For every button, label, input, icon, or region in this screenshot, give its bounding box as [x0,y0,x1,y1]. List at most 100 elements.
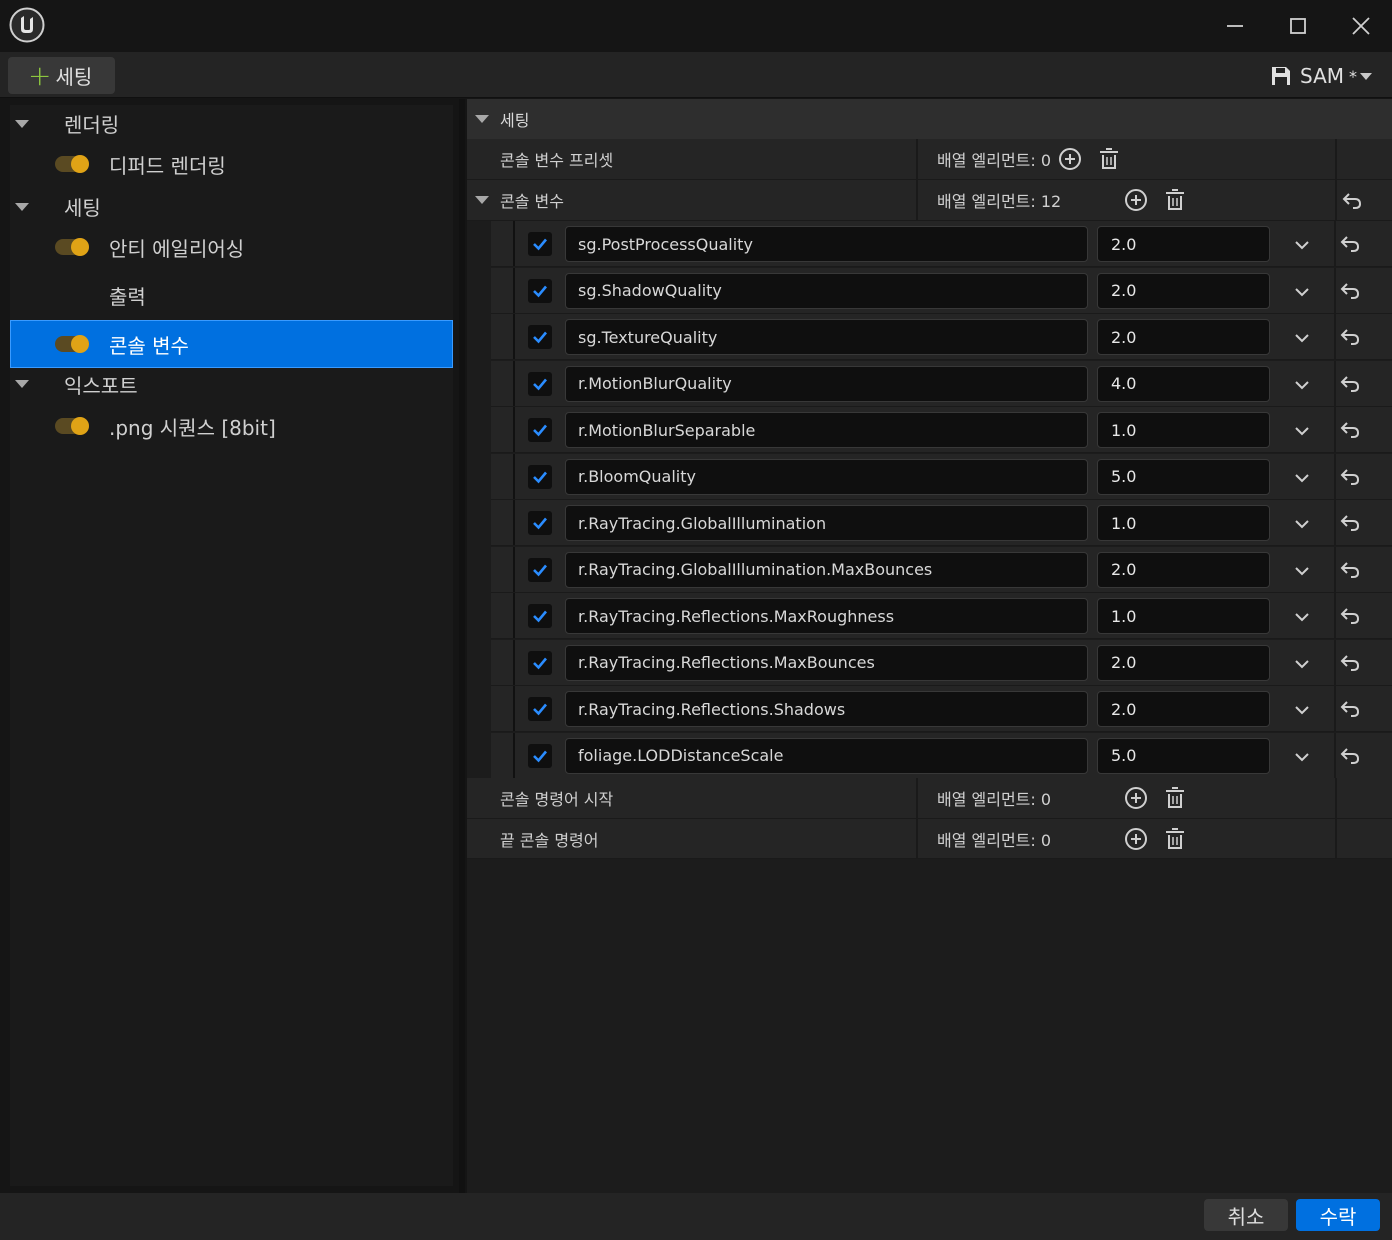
reset-to-default-button[interactable] [1338,325,1364,349]
tree-item-anti-aliasing[interactable]: 안티 에일리어싱 [10,228,453,266]
collapse-triangle-icon[interactable] [15,120,29,128]
cvar-value-input[interactable]: 5.0 [1097,458,1270,495]
enable-toggle[interactable] [55,155,89,173]
reset-to-default-button[interactable] [1338,744,1364,768]
column-divider[interactable] [916,819,918,858]
enable-checkbox[interactable] [528,511,552,535]
tree-item-console-variables[interactable]: 콘솔 변수 [10,320,453,368]
cvar-value-input[interactable]: 2.0 [1097,226,1270,262]
tree-item-deferred-rendering[interactable]: 디퍼드 렌더링 [10,145,453,183]
cvar-value-input[interactable]: 2.0 [1097,319,1270,355]
cancel-button[interactable]: 취소 [1204,1199,1288,1231]
tree-item-output[interactable]: 출력 [10,276,453,314]
cvar-name-input[interactable]: r.RayTracing.Reflections.Shadows [565,691,1088,727]
add-element-button[interactable] [1123,187,1149,213]
row-options-button[interactable] [1291,420,1313,442]
reset-to-default-button[interactable] [1338,279,1364,303]
cvar-name-input[interactable]: r.RayTracing.GlobalIllumination [565,505,1088,541]
reset-to-default-button[interactable] [1338,651,1364,675]
cvar-value-input[interactable]: 2.0 [1097,691,1270,727]
cvar-value-input[interactable]: 2.0 [1097,272,1270,309]
clear-array-button[interactable] [1096,146,1122,172]
enable-checkbox[interactable] [528,650,552,675]
cvar-value-input[interactable]: 4.0 [1097,365,1270,402]
row-options-button[interactable] [1291,513,1313,535]
row-options-button[interactable] [1291,281,1313,303]
row-options-button[interactable] [1291,699,1313,721]
cvar-name-input[interactable]: sg.TextureQuality [565,319,1088,355]
tree-category-export[interactable]: 익스포트 [10,367,453,401]
cvar-name-input[interactable]: r.RayTracing.GlobalIllumination.MaxBounc… [565,551,1088,588]
reset-to-default-button[interactable] [1338,418,1364,442]
enable-checkbox[interactable] [528,604,552,628]
enable-toggle[interactable] [55,238,89,256]
enable-checkbox[interactable] [528,697,552,721]
clear-array-button[interactable] [1162,785,1188,811]
preset-dropdown[interactable]: SAM * [1270,62,1373,90]
enable-checkbox[interactable] [528,557,552,582]
enable-checkbox[interactable] [528,464,552,489]
cvar-name-input[interactable]: r.BloomQuality [565,458,1088,495]
add-element-button[interactable] [1123,826,1149,852]
column-divider[interactable] [916,139,918,179]
collapse-triangle-icon[interactable] [15,203,29,211]
column-divider[interactable] [916,778,918,818]
section-header-settings[interactable]: 세팅 [467,99,1392,139]
tree-category-rendering[interactable]: 렌더링 [10,105,453,141]
cvar-name-input[interactable]: sg.PostProcessQuality [565,226,1088,262]
cvar-value-input[interactable]: 2.0 [1097,644,1270,681]
collapse-triangle-icon[interactable] [475,115,489,123]
enable-checkbox[interactable] [528,232,552,256]
reset-to-default-button[interactable] [1338,372,1364,396]
enable-checkbox[interactable] [528,743,552,768]
add-element-button[interactable] [1057,146,1083,172]
reset-to-default-button[interactable] [1338,697,1364,721]
row-options-button[interactable] [1291,327,1313,349]
collapse-triangle-icon[interactable] [475,196,489,204]
maximize-button[interactable] [1278,8,1318,44]
reset-to-default-button[interactable] [1338,465,1364,489]
close-window-button[interactable] [1341,8,1381,44]
tree-item-png-sequence[interactable]: .png 시퀀스 [8bit] [10,407,453,445]
enable-toggle[interactable] [55,417,89,435]
reset-to-default-button[interactable] [1338,604,1364,628]
enable-toggle[interactable] [55,335,89,353]
minimize-button[interactable] [1215,8,1255,44]
cvar-value-input[interactable]: 1.0 [1097,598,1270,634]
reset-to-default-button[interactable] [1338,558,1364,582]
reset-to-default-button[interactable] [1339,188,1365,214]
cvar-value-input[interactable]: 2.0 [1097,551,1270,588]
row-options-button[interactable] [1291,653,1313,675]
reset-to-default-button[interactable] [1338,511,1364,535]
cvar-name-input[interactable]: sg.ShadowQuality [565,272,1088,309]
column-divider[interactable] [916,180,918,220]
cvar-name-input[interactable]: r.MotionBlurQuality [565,365,1088,402]
cvar-value-input[interactable]: 1.0 [1097,505,1270,541]
add-setting-button[interactable]: + 세팅 [8,57,115,94]
enable-checkbox[interactable] [528,418,552,442]
enable-checkbox[interactable] [528,325,552,349]
accept-button[interactable]: 수락 [1296,1199,1380,1231]
tree-category-settings[interactable]: 세팅 [10,187,453,225]
add-element-button[interactable] [1123,785,1149,811]
row-options-button[interactable] [1291,560,1313,582]
clear-array-button[interactable] [1162,187,1188,213]
cvar-name-input[interactable]: foliage.LODDistanceScale [565,737,1088,774]
reset-to-default-button[interactable] [1338,232,1364,256]
row-options-button[interactable] [1291,374,1313,396]
row-label: 끝 콘솔 명령어 [500,830,599,850]
cvar-value-input[interactable]: 1.0 [1097,412,1270,448]
cvar-name-input[interactable]: r.MotionBlurSeparable [565,412,1088,448]
cvar-name-input[interactable]: r.RayTracing.Reflections.MaxBounces [565,644,1088,681]
cvar-value-input[interactable]: 5.0 [1097,737,1270,774]
enable-checkbox[interactable] [528,278,552,303]
row-options-button[interactable] [1291,606,1313,628]
collapse-triangle-icon[interactable] [15,380,29,388]
row-options-button[interactable] [1291,234,1313,256]
panel-splitter[interactable] [459,99,465,1193]
row-options-button[interactable] [1291,467,1313,489]
cvar-name-input[interactable]: r.RayTracing.Reflections.MaxRoughness [565,598,1088,634]
enable-checkbox[interactable] [528,371,552,396]
row-options-button[interactable] [1291,746,1313,768]
clear-array-button[interactable] [1162,826,1188,852]
